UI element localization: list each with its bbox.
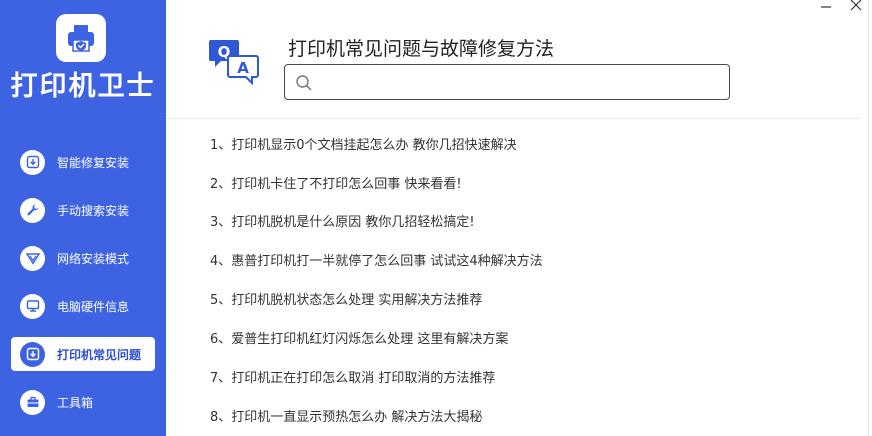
faq-item[interactable]: 7、打印机正在打印怎么取消 打印取消的方法推荐 bbox=[210, 367, 495, 386]
printer-shield-icon bbox=[68, 25, 94, 52]
app-name: 打印机卫士 bbox=[10, 71, 156, 102]
faq-item[interactable]: 4、惠普打印机打一半就停了怎么回事 试试这4种解决方法 bbox=[210, 250, 543, 269]
minimize-button[interactable] bbox=[815, 0, 837, 14]
faq-item[interactable]: 8、打印机一直显示预热怎么办 解决方法大揭秘 bbox=[210, 406, 482, 425]
svg-text:A: A bbox=[237, 59, 249, 77]
network-icon bbox=[20, 245, 45, 271]
sidebar-item-network-install[interactable]: 网络安装模式 bbox=[11, 241, 155, 275]
close-button[interactable] bbox=[845, 0, 867, 14]
sidebar-item-manual-search[interactable]: 手动搜索安装 bbox=[11, 193, 155, 227]
computer-icon bbox=[20, 293, 45, 319]
search-icon[interactable] bbox=[295, 74, 313, 92]
faq-item[interactable]: 5、打印机脱机状态怎么处理 实用解决方法推荐 bbox=[210, 289, 482, 308]
faq-item[interactable]: 6、爱普生打印机红灯闪烁怎么处理 这里有解决方案 bbox=[210, 328, 508, 347]
toolbox-icon bbox=[20, 389, 45, 415]
app-logo bbox=[56, 14, 106, 62]
sidebar-item-label: 网络安装模式 bbox=[57, 251, 130, 266]
page-title: 打印机常见问题与故障修复方法 bbox=[288, 38, 555, 60]
sidebar-item-label: 手动搜索安装 bbox=[57, 203, 130, 218]
sidebar-item-label: 电脑硬件信息 bbox=[57, 299, 130, 314]
sidebar-item-label: 智能修复安装 bbox=[57, 155, 130, 170]
sidebar-item-toolbox[interactable]: 工具箱 bbox=[11, 385, 155, 419]
close-icon bbox=[850, 0, 862, 11]
wrench-icon bbox=[20, 197, 45, 223]
search-box[interactable] bbox=[284, 64, 730, 100]
sidebar-item-label: 工具箱 bbox=[57, 395, 94, 410]
scrollbar-track[interactable] bbox=[868, 0, 869, 436]
faq-item[interactable]: 2、打印机卡住了不打印怎么回事 快来看看! bbox=[210, 173, 462, 192]
download-icon bbox=[20, 341, 45, 367]
sidebar: 打印机卫士 智能修复安装 手动搜索安装 网络安装模式 电脑硬件信息 打印机常见问… bbox=[0, 0, 166, 436]
qa-icon: Q A bbox=[208, 36, 264, 92]
sidebar-item-smart-repair[interactable]: 智能修复安装 bbox=[11, 145, 155, 179]
download-icon bbox=[20, 149, 45, 175]
sidebar-item-hardware-info[interactable]: 电脑硬件信息 bbox=[11, 289, 155, 323]
header-divider bbox=[166, 118, 860, 119]
faq-item[interactable]: 3、打印机脱机是什么原因 教你几招轻松搞定! bbox=[210, 211, 475, 230]
sidebar-item-printer-faq[interactable]: 打印机常见问题 bbox=[11, 337, 155, 371]
faq-item[interactable]: 1、打印机显示0个文档挂起怎么办 教你几招快速解决 bbox=[210, 134, 517, 153]
search-input[interactable] bbox=[319, 69, 719, 95]
sidebar-item-label: 打印机常见问题 bbox=[57, 347, 142, 362]
minimize-icon bbox=[821, 6, 831, 8]
